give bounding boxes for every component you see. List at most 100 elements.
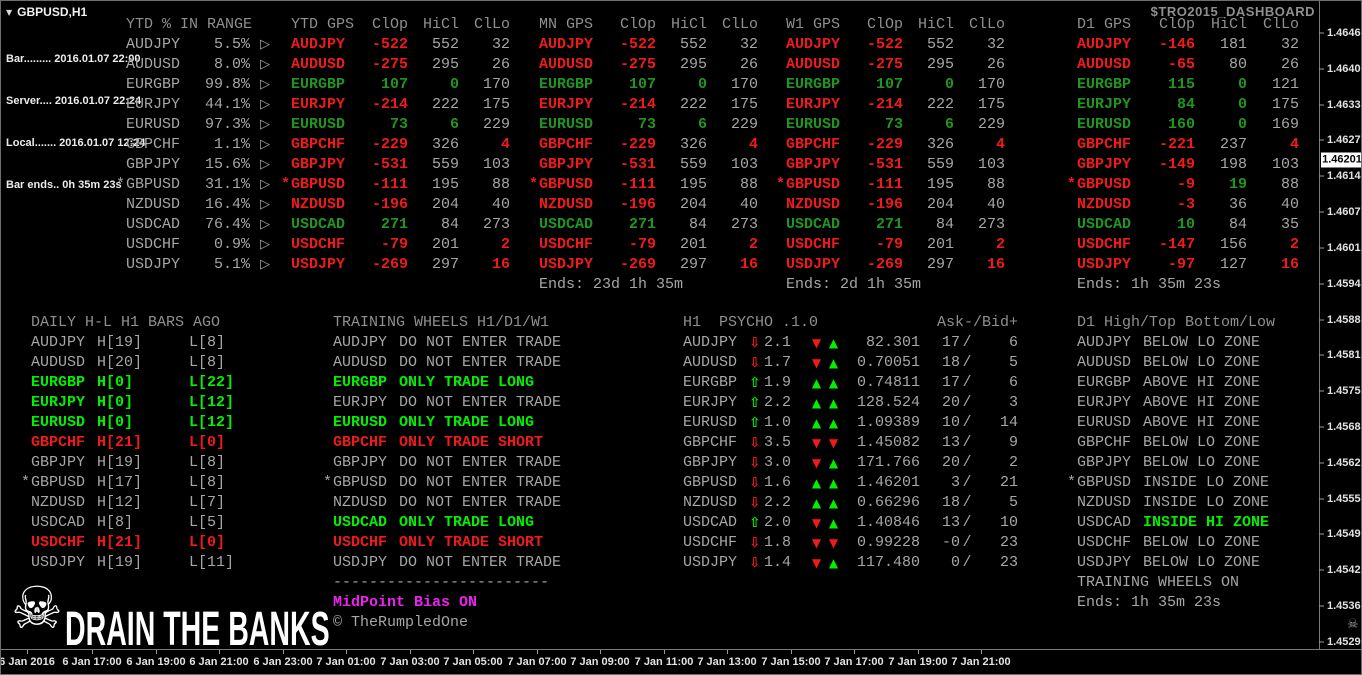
- time-label: 7 Jan 17:00: [824, 656, 884, 668]
- pair-label: USDCAD: [31, 514, 86, 531]
- clop-value: -196: [619, 196, 656, 213]
- pair-label: NZDUSD: [126, 196, 181, 213]
- cllo-value: 16: [739, 256, 758, 273]
- table-row: USDCHF -79 201 2: [776, 235, 1005, 255]
- psycho-value: 1.4: [764, 554, 792, 571]
- cllo-value: 169: [1271, 116, 1299, 133]
- up-arrowhead-icon: ▲: [828, 476, 839, 490]
- star-marker: [776, 135, 786, 155]
- copyright-row: © TheRumpledOne: [323, 613, 561, 633]
- high-bars-ago: H[0]: [97, 414, 134, 431]
- price-label: 1.45295: [1327, 636, 1361, 648]
- pair-label: EURGBP: [31, 374, 86, 391]
- pair-label: GBPUSD: [683, 474, 738, 491]
- table-row: USDJPY 5.1% ▷: [116, 255, 280, 275]
- zone-status: BELOW LO ZONE: [1143, 454, 1261, 471]
- star-marker: [21, 333, 31, 353]
- hicl-value: 84: [440, 216, 459, 233]
- pair-label: USDJPY: [539, 256, 594, 273]
- down-arrowhead-icon: ▼: [811, 556, 822, 570]
- text: [323, 573, 333, 593]
- section-title: D1 High/Top Bottom/Low: [1077, 314, 1276, 331]
- table-row: USDCAD H[8] L[5]: [21, 513, 269, 533]
- table-row: GBPCHF -221 237 4: [1067, 135, 1299, 155]
- bid-value: 23: [999, 554, 1018, 571]
- star-marker: [776, 35, 786, 55]
- time-tick: [600, 650, 601, 654]
- high-bars-ago: H[0]: [97, 394, 134, 411]
- cllo-value: 88: [1280, 176, 1299, 193]
- up-arrowhead-icon: ▲: [811, 376, 822, 390]
- price-label: 1.46335: [1327, 99, 1361, 111]
- pair-label: USDCAD: [333, 514, 388, 531]
- clop-value: 73: [389, 116, 408, 133]
- section-header: MN GPS ClOp HiCl ClLo: [529, 15, 758, 35]
- footer-row: TRAINING WHEELS ON: [1067, 573, 1275, 593]
- table-row: NZDUSD DO NOT ENTER TRADE: [323, 493, 561, 513]
- psycho-value: 3.0: [764, 454, 792, 471]
- range-arrow-icon: ▷: [260, 37, 270, 52]
- section-header: D1 High/Top Bottom/Low: [1067, 313, 1275, 333]
- ask-value: 10: [941, 414, 960, 431]
- bid-value: 9: [1008, 434, 1018, 451]
- star-marker: [673, 473, 683, 493]
- pair-price: 82.301: [865, 334, 920, 351]
- cllo-value: 32: [1280, 36, 1299, 53]
- ends-row: Ends: 2d 1h 35m: [776, 275, 1005, 295]
- pair-label: EURUSD: [31, 414, 86, 431]
- trade-signal: ONLY TRADE LONG: [399, 514, 535, 531]
- cllo-value: 229: [977, 116, 1005, 133]
- table-row: GBPCHF -229 326 4: [281, 135, 510, 155]
- midpoint-row: MidPoint Bias ON: [323, 593, 561, 613]
- clop-value: -65: [1167, 56, 1195, 73]
- slash: /: [962, 514, 972, 531]
- pair-label: GBPJPY: [539, 156, 594, 173]
- cllo-value: 175: [977, 96, 1005, 113]
- price-label: 1.46140: [1327, 170, 1361, 182]
- price-label: 1.45945: [1327, 278, 1361, 290]
- star-marker: [323, 333, 333, 353]
- table-row: USDCAD ONLY TRADE LONG: [323, 513, 561, 533]
- chevron-down-icon[interactable]: ▼: [6, 8, 12, 17]
- down-arrowhead-icon: ▼: [811, 436, 822, 450]
- table-row: USDJPY H[19] L[11]: [21, 553, 269, 573]
- hicl-value: 84: [935, 216, 954, 233]
- star-marker: [529, 235, 539, 255]
- star-marker: [281, 115, 291, 135]
- hicl-value: 297: [431, 256, 459, 273]
- clop-value: -214: [371, 96, 408, 113]
- cllo-value: 4: [995, 136, 1005, 153]
- pair-label: GBPUSD: [31, 474, 86, 491]
- pair-label: EURGBP: [126, 76, 181, 93]
- clop-value: 271: [628, 216, 656, 233]
- star-marker: *: [281, 176, 291, 193]
- trade-signal: DO NOT ENTER TRADE: [399, 474, 562, 491]
- zone-status: INSIDE LO ZONE: [1143, 474, 1270, 491]
- star-marker: [21, 493, 31, 513]
- star-marker: [529, 95, 539, 115]
- percent-in-range-value: 5.5%: [213, 36, 250, 53]
- chart-symbol-tab[interactable]: ▼ GBPUSD,H1: [6, 5, 87, 19]
- time-label: 7 Jan 05:00: [443, 656, 503, 668]
- text: [794, 393, 808, 413]
- low-bars-ago: L[5]: [189, 514, 226, 531]
- up-arrowhead-icon: ▲: [828, 496, 839, 510]
- star-marker: [776, 155, 786, 175]
- pair-label: EURGBP: [1077, 76, 1132, 93]
- hicl-value: 204: [431, 196, 459, 213]
- clop-value: -79: [380, 236, 408, 253]
- up-arrowhead-icon: ▲: [828, 416, 839, 430]
- star-marker: [1067, 373, 1077, 393]
- percent-in-range-value: 5.1%: [213, 256, 250, 273]
- bid-value: 5: [1008, 494, 1018, 511]
- cllo-value: 40: [1280, 196, 1299, 213]
- table-row: USDCHF H[21] L[0]: [21, 533, 269, 553]
- trade-signal: ONLY TRADE LONG: [399, 374, 535, 391]
- star-marker: [116, 35, 126, 55]
- slash: /: [962, 434, 972, 451]
- hicl-value: 326: [679, 136, 707, 153]
- price-tick: [1319, 283, 1324, 285]
- table-row: NZDUSD H[12] L[7]: [21, 493, 269, 513]
- psycho-value: 3.5: [764, 434, 792, 451]
- hicl-value: 297: [926, 256, 954, 273]
